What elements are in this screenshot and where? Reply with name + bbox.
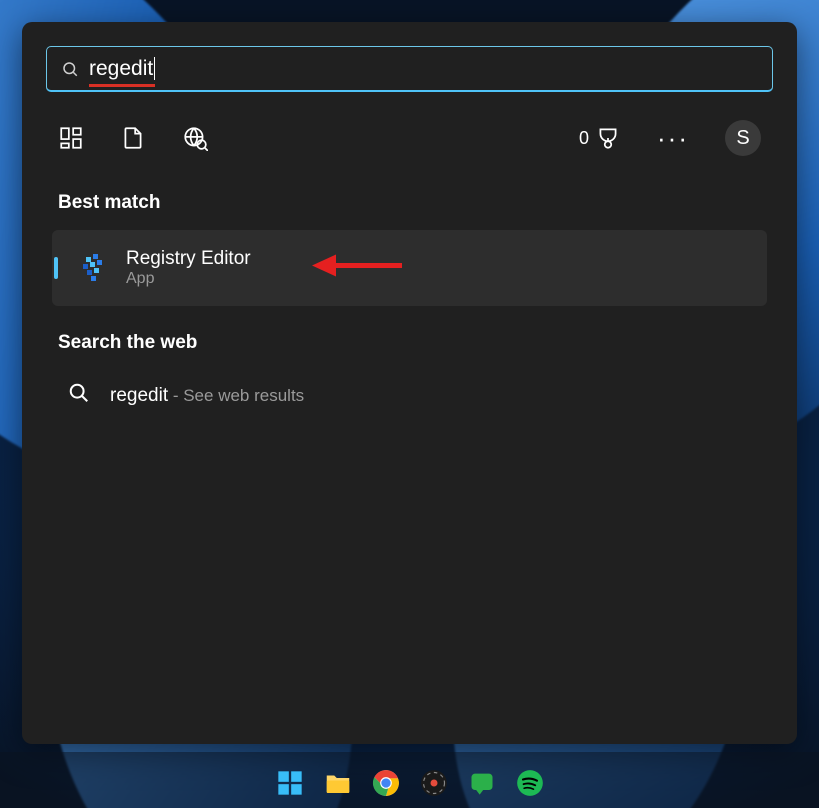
search-panel: regedit (22, 22, 797, 744)
more-options-button[interactable]: ··· (657, 123, 689, 154)
selection-indicator (54, 257, 58, 279)
rewards-count: 0 (579, 128, 589, 149)
search-icon (61, 60, 79, 78)
documents-filter-icon[interactable] (120, 125, 146, 151)
best-match-result[interactable]: Registry Editor App (52, 230, 767, 306)
search-web-heading: Search the web (22, 306, 797, 372)
rewards-icon (595, 125, 621, 151)
annotation-underline (89, 84, 155, 87)
user-avatar[interactable]: S (725, 120, 761, 156)
search-box[interactable]: regedit (46, 46, 773, 92)
web-filter-icon[interactable] (182, 125, 208, 151)
web-term: regedit (110, 385, 168, 406)
annotation-arrow (312, 251, 408, 286)
rewards-badge[interactable]: 0 (579, 125, 621, 151)
file-explorer-icon[interactable] (321, 766, 355, 800)
chat-app-icon[interactable] (465, 766, 499, 800)
web-search-result[interactable]: regedit - See web results (22, 372, 797, 419)
avatar-initial: S (736, 127, 749, 150)
taskbar (0, 752, 819, 808)
best-match-heading: Best match (22, 156, 797, 230)
result-title: Registry Editor (126, 248, 251, 270)
app-icon-1[interactable] (417, 766, 451, 800)
apps-filter-icon[interactable] (58, 125, 84, 151)
search-input[interactable]: regedit (89, 57, 155, 80)
start-button[interactable] (273, 766, 307, 800)
chrome-icon[interactable] (369, 766, 403, 800)
spotify-icon[interactable] (513, 766, 547, 800)
registry-editor-icon (76, 251, 110, 285)
result-subtitle: App (126, 270, 251, 288)
web-suffix: - See web results (168, 386, 304, 405)
web-search-icon (68, 382, 90, 409)
filter-row: 0 ··· S (22, 92, 797, 156)
